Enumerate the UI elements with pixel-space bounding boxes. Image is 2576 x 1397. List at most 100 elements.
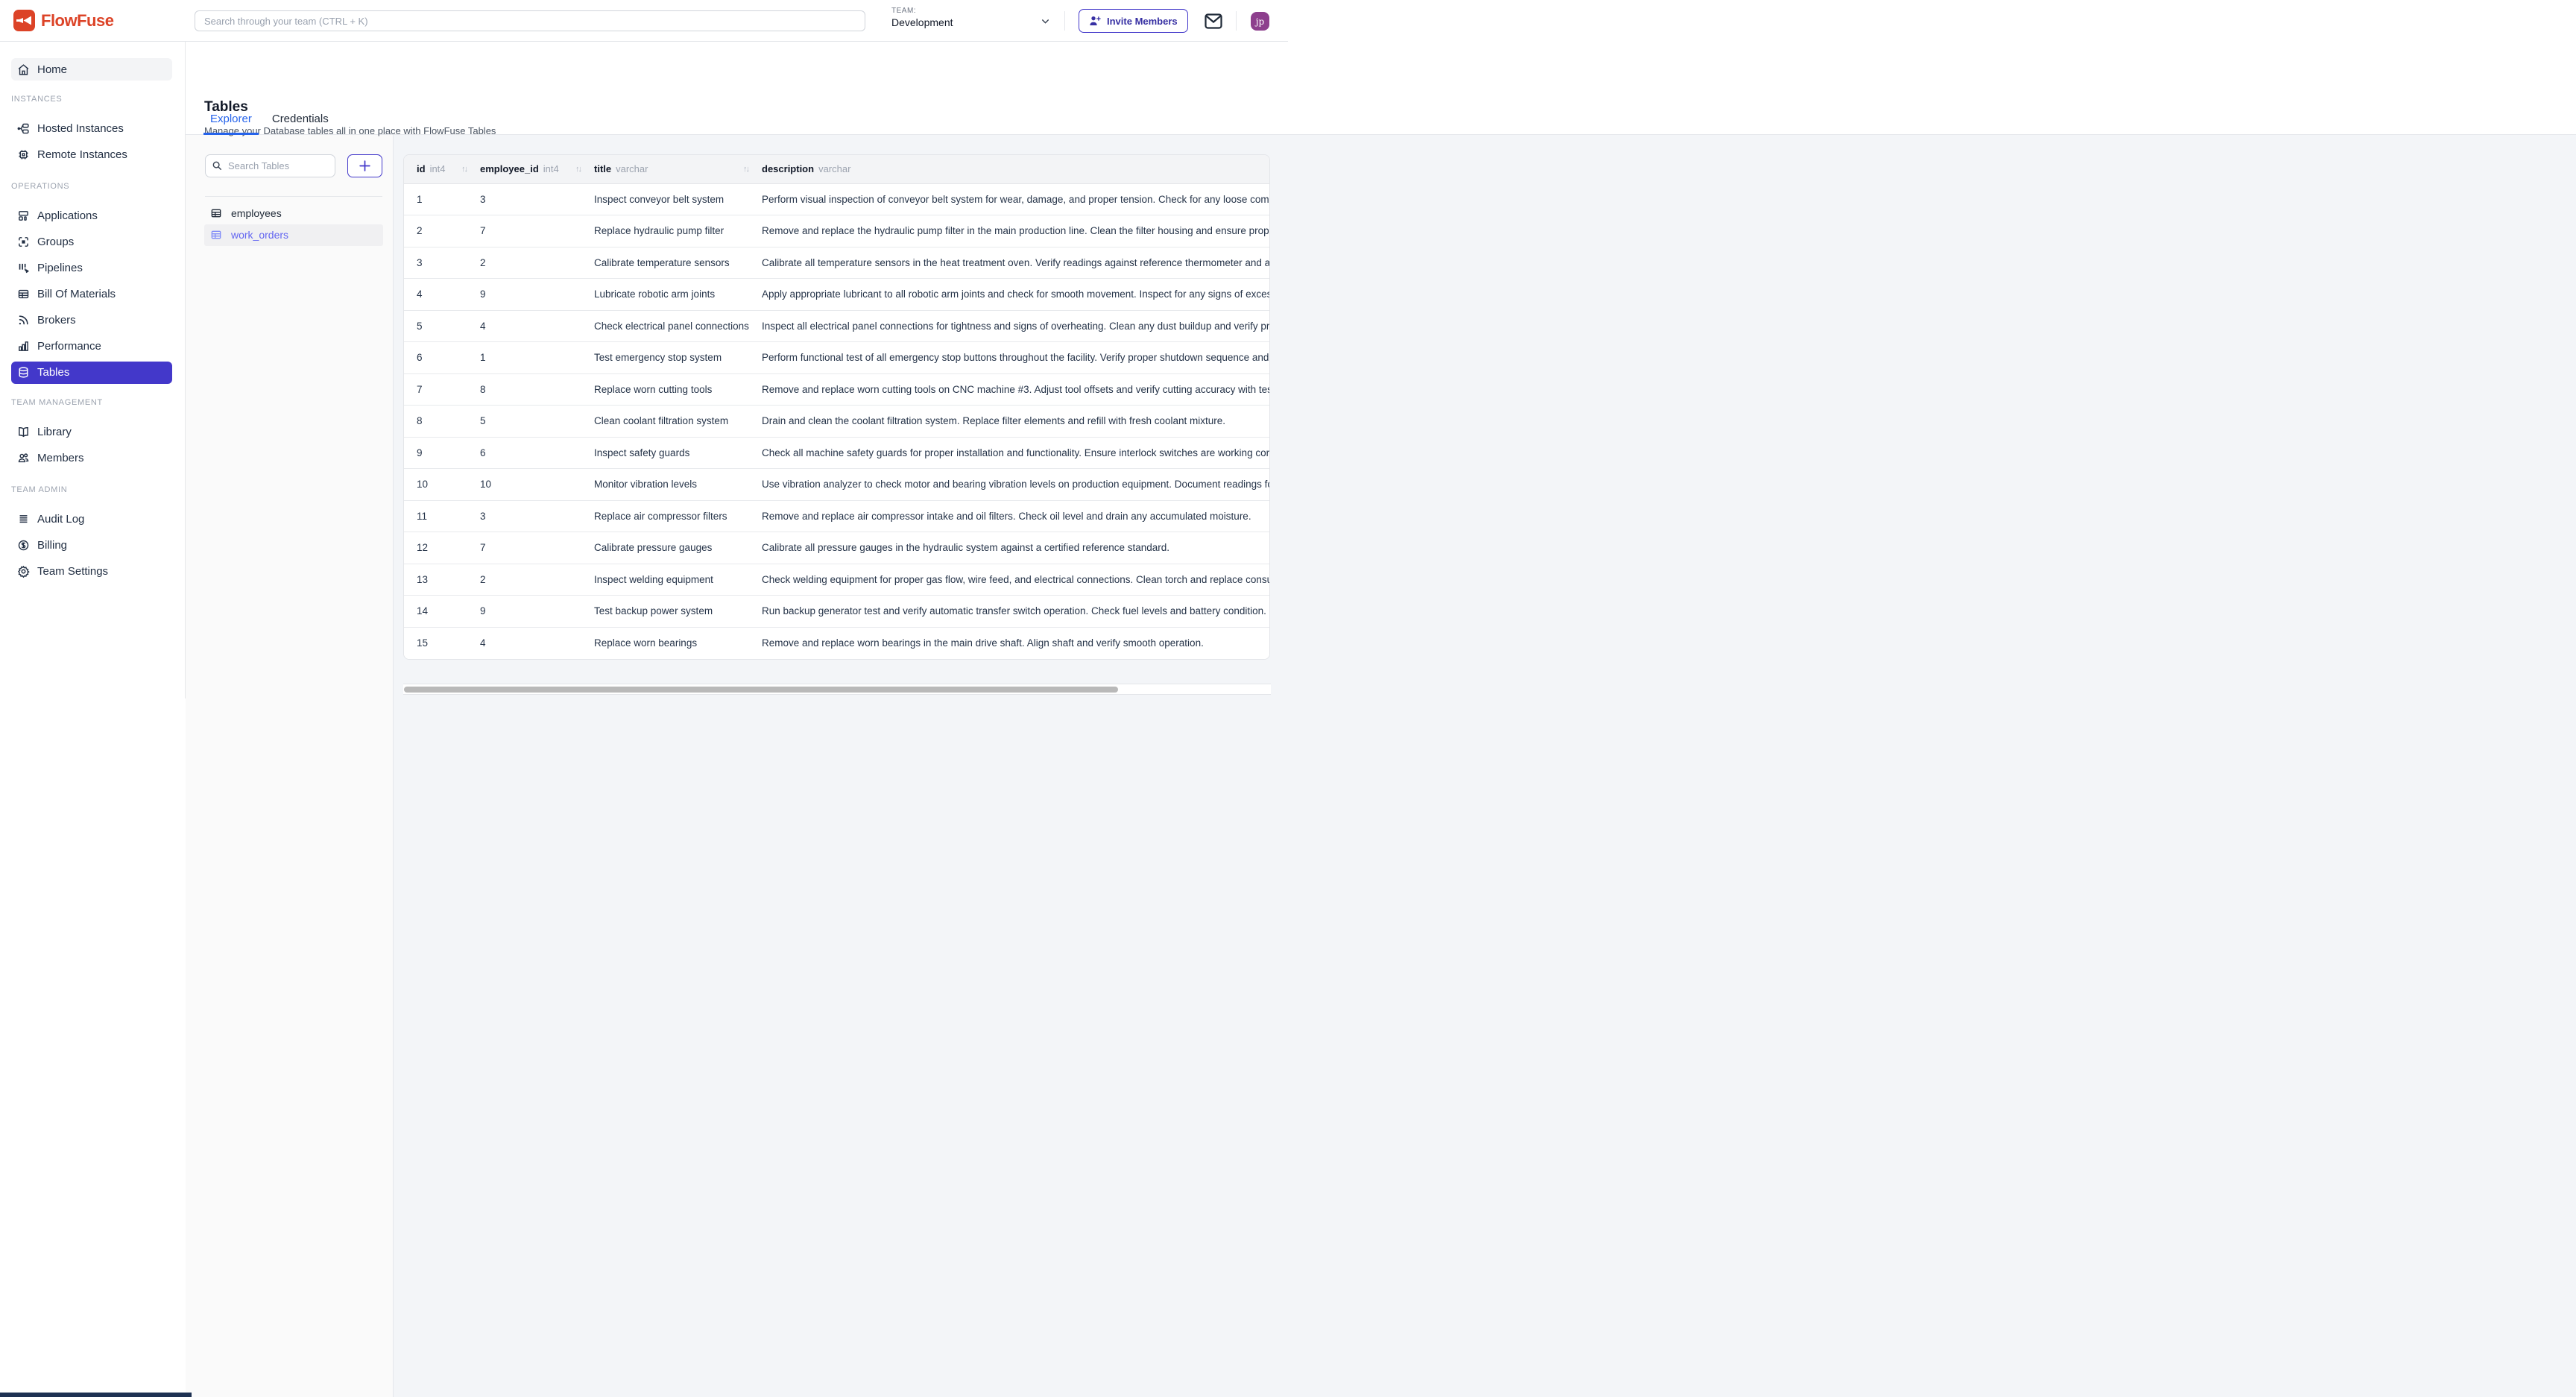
sidebar-section-label: OPERATIONS <box>0 180 185 193</box>
column-header-id[interactable]: idint4↑↓ <box>404 155 480 183</box>
sidebar-item-library[interactable]: Library <box>11 419 172 445</box>
cell-id: 6 <box>404 342 480 373</box>
table-row[interactable]: 132Inspect welding equipmentCheck weldin… <box>404 564 1270 596</box>
team-switcher[interactable]: TEAM: Development <box>891 7 1063 37</box>
sidebar-item-remote-instances[interactable]: Remote Instances <box>11 142 172 168</box>
cell-description: Inspect all electrical panel connections… <box>762 311 1270 342</box>
column-header-title[interactable]: titlevarchar↑↓ <box>594 155 762 183</box>
table-row[interactable]: 149Test backup power systemRun backup ge… <box>404 596 1270 628</box>
sidebar-item-hosted-instances[interactable]: Hosted Instances <box>11 116 172 142</box>
add-table-button[interactable] <box>347 154 382 177</box>
column-name: employee_id <box>480 163 539 174</box>
column-type: int4 <box>430 163 446 174</box>
sort-icon[interactable]: ↑↓ <box>461 165 467 174</box>
table-row[interactable]: 154Replace worn bearingsRemove and repla… <box>404 628 1270 660</box>
brokers-icon <box>17 314 30 327</box>
sidebar-item-bill-of-materials[interactable]: Bill Of Materials <box>11 281 172 307</box>
sidebar-item-home[interactable]: Home <box>11 58 172 81</box>
table-row[interactable]: 27Replace hydraulic pump filterRemove an… <box>404 215 1270 247</box>
billing-icon <box>17 539 30 552</box>
cell-employee_id: 7 <box>480 215 594 247</box>
column-header-description[interactable]: descriptionvarchar↑↓ <box>762 155 1270 183</box>
search-tables-input[interactable] <box>205 154 335 177</box>
table-list-item-work_orders[interactable]: work_orders <box>204 224 383 247</box>
sidebar-item-performance[interactable]: Performance <box>11 333 172 359</box>
cell-title: Lubricate robotic arm joints <box>594 279 762 310</box>
cell-id: 8 <box>404 406 480 437</box>
table-grid-icon <box>210 229 222 241</box>
cell-title: Calibrate temperature sensors <box>594 247 762 279</box>
table-row[interactable]: 54Check electrical panel connectionsInsp… <box>404 311 1270 343</box>
horizontal-scrollbar <box>403 684 1271 695</box>
cell-title: Test emergency stop system <box>594 342 762 373</box>
cell-description: Check welding equipment for proper gas f… <box>762 564 1270 596</box>
tables-list: employeeswork_orders <box>204 202 383 246</box>
mail-icon[interactable] <box>1205 13 1224 29</box>
cell-id: 13 <box>404 564 480 596</box>
table-row[interactable]: 13Inspect conveyor belt systemPerform vi… <box>404 184 1270 216</box>
cell-employee_id: 1 <box>480 342 594 373</box>
table-row[interactable]: 49Lubricate robotic arm jointsApply appr… <box>404 279 1270 311</box>
column-name: description <box>762 163 814 174</box>
cell-employee_id: 4 <box>480 628 594 660</box>
page-header: Tables Manage your Database tables all i… <box>186 42 2576 135</box>
cell-id: 9 <box>404 438 480 469</box>
column-header-employee_id[interactable]: employee_id int4 ↑↓ <box>480 155 594 183</box>
team-search-input[interactable] <box>195 10 865 31</box>
cell-description: Drain and clean the coolant filtration s… <box>762 406 1270 437</box>
chevron-down-icon[interactable] <box>1041 16 1050 26</box>
cell-employee_id: 4 <box>480 311 594 342</box>
tab-credentials[interactable]: Credentials <box>265 113 335 135</box>
sidebar-item-label: Bill Of Materials <box>37 288 116 300</box>
sidebar-item-groups[interactable]: Groups <box>11 229 172 255</box>
sidebar-section-label: TEAM MANAGEMENT <box>0 396 185 409</box>
cell-description: Perform functional test of all emergency… <box>762 342 1270 373</box>
cell-description: Remove and replace worn cutting tools on… <box>762 374 1270 406</box>
column-name: title <box>594 163 611 174</box>
table-row[interactable]: 127Calibrate pressure gaugesCalibrate al… <box>404 532 1270 564</box>
sidebar-item-label: Tables <box>37 366 69 379</box>
table-row[interactable]: 32Calibrate temperature sensorsCalibrate… <box>404 247 1270 280</box>
table-row[interactable]: 1010Monitor vibration levelsUse vibratio… <box>404 469 1270 501</box>
tab-explorer[interactable]: Explorer <box>203 113 259 135</box>
sidebar-item-applications[interactable]: Applications <box>11 203 172 229</box>
cell-title: Replace worn bearings <box>594 628 762 660</box>
invite-members-button[interactable]: Invite Members <box>1079 9 1188 33</box>
table-row[interactable]: 85Clean coolant filtration systemDrain a… <box>404 406 1270 438</box>
table-row[interactable]: 96Inspect safety guardsCheck all machine… <box>404 438 1270 470</box>
pipelines-icon <box>17 262 30 274</box>
cell-employee_id: 9 <box>480 596 594 627</box>
sort-icon[interactable]: ↑↓ <box>575 165 581 174</box>
sidebar-item-pipelines[interactable]: Pipelines <box>11 255 172 281</box>
sort-icon[interactable]: ↑↓ <box>743 165 748 174</box>
flowfuse-logo-icon <box>13 10 35 31</box>
cell-description: Calibrate all temperature sensors in the… <box>762 247 1270 279</box>
column-type: int4 <box>543 163 559 174</box>
content-area: employeeswork_orders idint4↑↓employee_id… <box>186 135 2576 1397</box>
table-row[interactable]: 113Replace air compressor filtersRemove … <box>404 501 1270 533</box>
avatar[interactable]: jp <box>1251 12 1269 31</box>
cell-title: Clean coolant filtration system <box>594 406 762 437</box>
sidebar-item-tables[interactable]: Tables <box>11 362 172 384</box>
sidebar-item-audit-log[interactable]: Audit Log <box>11 506 172 532</box>
flowfuse-logo[interactable]: FlowFuse <box>13 10 113 31</box>
cell-title: Replace air compressor filters <box>594 501 762 532</box>
sidebar-item-brokers[interactable]: Brokers <box>11 307 172 333</box>
cell-id: 11 <box>404 501 480 532</box>
tables-icon <box>17 366 30 379</box>
horizontal-scrollbar-thumb[interactable] <box>404 687 1118 693</box>
cell-employee_id: 2 <box>480 247 594 279</box>
sidebar-item-team-settings[interactable]: Team Settings <box>11 558 172 584</box>
sidebar-item-label: Library <box>37 426 72 438</box>
cell-title: Replace worn cutting tools <box>594 374 762 406</box>
table-row[interactable]: 78Replace worn cutting toolsRemove and r… <box>404 374 1270 406</box>
table-list-item-employees[interactable]: employees <box>204 202 383 224</box>
cell-employee_id: 9 <box>480 279 594 310</box>
sidebar-item-label: Hosted Instances <box>37 122 124 135</box>
table-row[interactable]: 61Test emergency stop systemPerform func… <box>404 342 1270 374</box>
cell-description: Remove and replace the hydraulic pump fi… <box>762 215 1270 247</box>
sidebar-item-billing[interactable]: Billing <box>11 532 172 558</box>
sidebar-item-members[interactable]: Members <box>11 445 172 471</box>
sidebar-item-label: Groups <box>37 236 74 248</box>
cell-employee_id: 3 <box>480 501 594 532</box>
